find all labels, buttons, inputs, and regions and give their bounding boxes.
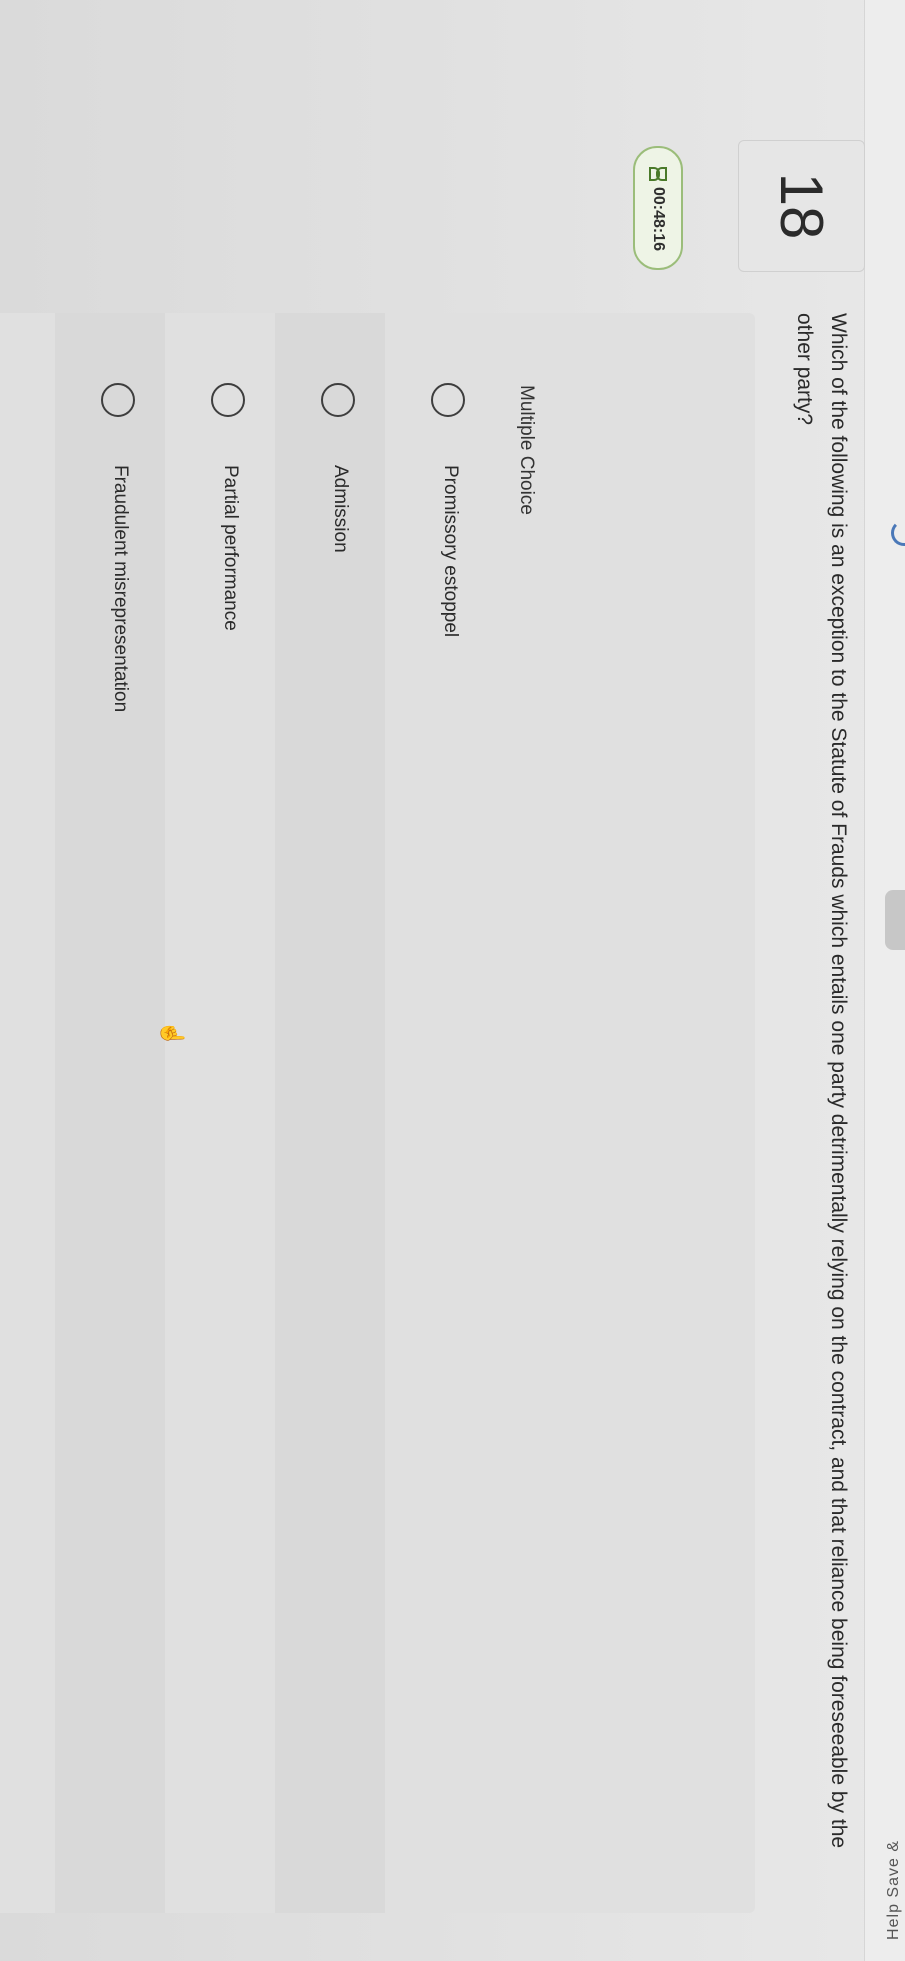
question-number-box: 18 <box>738 140 865 272</box>
question-text: Which of the following is an exception t… <box>793 313 850 1849</box>
option-label: Promissory estoppel <box>440 465 461 638</box>
question-type-label: Multiple Choice <box>516 385 537 515</box>
option-promissory-estoppel[interactable]: Promissory estoppel <box>385 313 495 1913</box>
top-bar: Help Save & <box>864 0 905 1961</box>
hourglass-icon <box>649 165 667 181</box>
radio-button[interactable] <box>321 383 355 417</box>
option-partial-performance[interactable]: Partial performance <box>165 313 275 1913</box>
quiz-page: Help Save & 18 00:48:16 Which of the fol… <box>0 0 905 1961</box>
option-label: Admission <box>330 465 351 553</box>
option-fraudulent-misrepresentation[interactable]: Fraudulent misrepresentation <box>55 313 165 1913</box>
radio-button[interactable] <box>101 383 135 417</box>
timer-value: 00:48:16 <box>650 186 667 252</box>
radio-button[interactable] <box>211 383 245 417</box>
help-save-text[interactable]: Help Save & <box>885 1840 903 1940</box>
progress-icon <box>891 520 905 546</box>
option-label: Fraudulent misrepresentation <box>110 465 131 713</box>
radio-button[interactable] <box>431 383 465 417</box>
hand-pointer-icon: ☝ <box>160 1020 185 1048</box>
option-admission[interactable]: Admission <box>275 313 385 1913</box>
question-number: 18 <box>768 172 835 240</box>
timer-badge[interactable]: 00:48:16 <box>633 146 683 270</box>
top-tab-button[interactable] <box>885 890 905 950</box>
option-label: Partial performance <box>220 465 241 631</box>
